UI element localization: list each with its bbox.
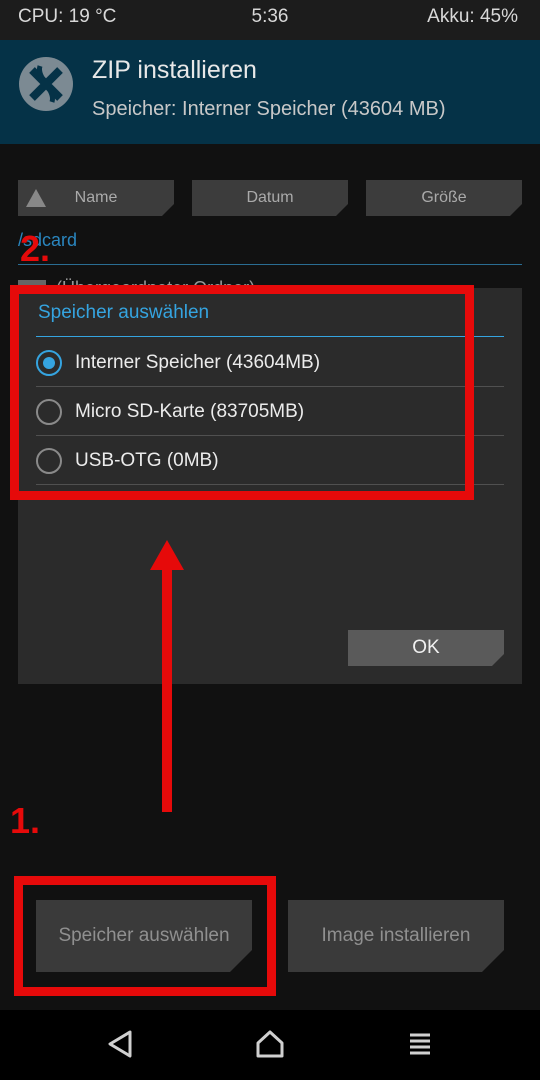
sort-ascending-icon: [26, 189, 46, 207]
sort-date-label: Datum: [246, 189, 294, 206]
sort-by-name-button[interactable]: Name: [18, 180, 174, 216]
annotation-step-1: 1.: [10, 800, 41, 841]
status-bar: CPU: 19 °C 5:36 Akku: 45%: [0, 0, 540, 40]
sort-size-label: Größe: [421, 189, 467, 206]
sort-by-size-button[interactable]: Größe: [366, 180, 522, 216]
twrp-logo-icon: [19, 57, 73, 111]
annotation-step-2: 2.: [20, 228, 51, 269]
page-title: ZIP installieren: [92, 56, 257, 84]
back-icon[interactable]: [100, 1026, 140, 1062]
annotation-box-storage-button: [14, 876, 276, 996]
ok-button[interactable]: OK: [348, 630, 504, 666]
sort-by-date-button[interactable]: Datum: [192, 180, 348, 216]
app-header: ZIP installieren Speicher: Interner Spei…: [0, 40, 540, 144]
storage-subtitle: Speicher: Interner Speicher (43604 MB): [92, 98, 446, 120]
home-icon[interactable]: [250, 1026, 290, 1062]
install-image-button[interactable]: Image installieren: [288, 900, 504, 972]
sort-name-label: Name: [74, 189, 118, 206]
path-divider: [18, 264, 522, 265]
annotation-box-dialog: [10, 285, 474, 500]
battery-level: Akku: 45%: [427, 6, 518, 27]
navigation-bar: [0, 1010, 540, 1080]
annotation-arrow-up: [150, 540, 184, 812]
menu-icon[interactable]: [400, 1026, 440, 1062]
